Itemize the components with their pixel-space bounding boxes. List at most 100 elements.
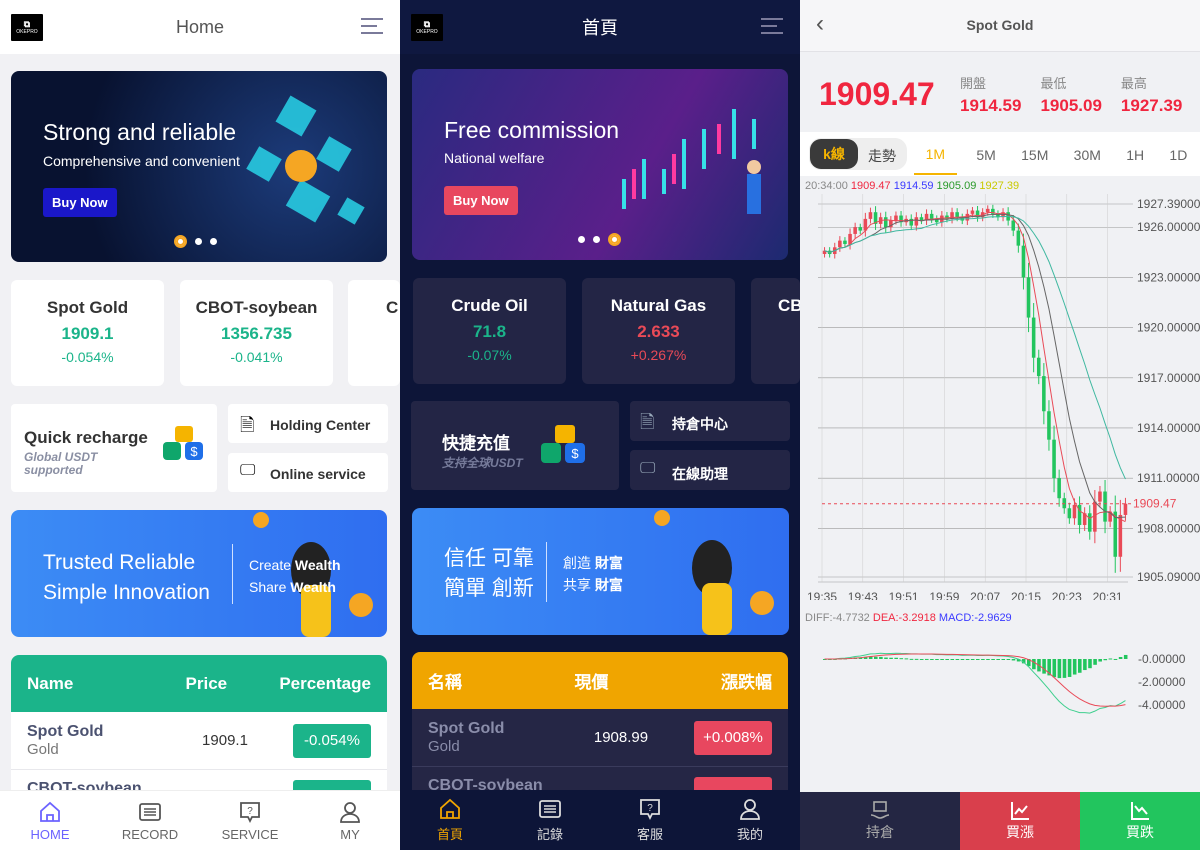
nav-record[interactable]: RECORD <box>100 791 200 850</box>
table-row[interactable]: Spot Gold Gold 1908.99 +0.008% <box>412 709 788 767</box>
help-chat-icon: ? <box>240 801 260 823</box>
candle <box>1098 491 1102 502</box>
buy-up-button[interactable]: 買漲 <box>960 792 1080 850</box>
macd-histogram-bar <box>904 658 909 660</box>
tab-interval-15m[interactable]: 15M <box>1015 135 1054 174</box>
quick-recharge-card[interactable]: Quick recharge Global USDT supported $ <box>11 404 217 492</box>
banner-subtitle: Comprehensive and convenient <box>43 153 240 169</box>
candle <box>858 227 863 231</box>
quote-card[interactable]: Crude Oil 71.8 -0.07% <box>413 278 566 384</box>
quick-recharge-card[interactable]: 快捷充值 支持全球USDT $ <box>411 401 619 490</box>
time-tick-label: 19:51 <box>889 590 919 600</box>
candle <box>838 240 842 248</box>
nav-record[interactable]: 記錄 <box>500 790 600 850</box>
candle <box>1062 498 1067 509</box>
bottom-nav: 首頁 記錄 ? 客服 我的 <box>400 790 800 850</box>
price-tick-label: 1920.00000 <box>1137 321 1200 335</box>
carousel-dots[interactable] <box>578 233 621 246</box>
macd-histogram-bar <box>1083 659 1087 671</box>
macd-tick-label: -0.00000 <box>1138 652 1186 666</box>
tab-interval-1m[interactable]: 1M <box>913 134 958 175</box>
moving-average-line <box>824 212 1126 523</box>
buy-now-button[interactable]: Buy Now <box>444 186 518 215</box>
tab-interval-30m[interactable]: 30M <box>1068 135 1107 174</box>
chart-up-icon <box>1011 802 1029 820</box>
carousel-dots[interactable] <box>174 235 217 248</box>
holding-button[interactable]: 持倉 <box>800 792 960 850</box>
time-tick-label: 20:15 <box>1011 590 1041 600</box>
nav-service[interactable]: ? 客服 <box>600 790 700 850</box>
tab-trend[interactable]: 走勢 <box>860 146 904 166</box>
macd-histogram-bar <box>1006 659 1011 660</box>
macd-histogram-bar <box>950 659 955 660</box>
macd-histogram-bar <box>909 658 914 660</box>
quote-card[interactable]: C <box>348 280 400 386</box>
quote-card[interactable]: CBOT-soybean 1356.735 -0.041% <box>180 280 333 386</box>
price-tick-label: 1908.00000 <box>1137 521 1200 535</box>
macd-histogram-bar <box>991 659 995 660</box>
tab-interval-5m[interactable]: 5M <box>970 135 1001 174</box>
slogan-banner[interactable]: 信任 可靠 簡單 創新 創造 財富 共享 財富 <box>412 508 789 635</box>
nav-my[interactable]: MY <box>300 791 400 850</box>
moving-average-line <box>824 213 1126 519</box>
price-tick-label: 1911.00000 <box>1137 471 1200 485</box>
candle <box>1016 230 1021 246</box>
holding-center-button[interactable]: 🗎 Holding Center <box>228 404 388 443</box>
candlestick-chart[interactable]: 1927.39000 1926.00000 1923.00000 1920.00000… <box>800 190 1200 600</box>
quote-card[interactable]: Natural Gas 2.633 +0.267% <box>582 278 735 384</box>
macd-histogram-bar <box>960 659 965 660</box>
macd-histogram-bar <box>1103 659 1108 661</box>
candle <box>970 210 975 214</box>
time-tick-label: 20:07 <box>970 590 1000 600</box>
tab-interval-1h[interactable]: 1H <box>1120 135 1150 174</box>
slogan-subtext: 創造 財富 共享 財富 <box>563 555 623 593</box>
user-icon <box>340 801 360 823</box>
slogan-text: Trusted Reliable Simple Innovation <box>43 551 210 604</box>
header: ⧉ OKEPRO 首頁 <box>400 0 800 54</box>
slogan-banner[interactable]: Trusted Reliable Simple Innovation Create… <box>11 510 387 637</box>
macd-histogram-bar <box>1032 659 1036 670</box>
buy-now-button[interactable]: Buy Now <box>43 188 117 217</box>
quote-card[interactable]: Spot Gold 1909.1 -0.054% <box>11 280 164 386</box>
holding-icon <box>870 801 890 819</box>
promo-banner[interactable]: Strong and reliable Comprehensive and co… <box>11 71 387 262</box>
candle <box>1052 439 1056 479</box>
slogan-text: 信任 可靠 簡單 創新 <box>444 547 534 600</box>
nav-home[interactable]: HOME <box>0 791 100 850</box>
promo-banner[interactable]: Free commission National welfare Buy Now <box>412 69 788 260</box>
macd-histogram-bar <box>940 659 944 660</box>
table-row[interactable]: Spot Gold Gold 1909.1 -0.054% <box>11 712 387 770</box>
presenter-icon: 🖵 <box>640 460 656 477</box>
tab-kline[interactable]: k線 <box>810 139 858 169</box>
trading-chart-illustration <box>622 109 761 214</box>
candle <box>868 212 873 219</box>
price-tick-label: 1905.09000 <box>1137 570 1200 584</box>
candle <box>1113 511 1118 557</box>
bottom-nav: HOME RECORD ? SERVICE MY <box>0 790 400 850</box>
macd-histogram-bar <box>1072 659 1077 675</box>
buy-down-button[interactable]: 買跌 <box>1080 792 1200 850</box>
menu-icon[interactable] <box>761 18 783 36</box>
nav-home[interactable]: 首頁 <box>400 790 500 850</box>
menu-icon[interactable] <box>361 18 383 36</box>
price-tick-label: 1927.39000 <box>1137 197 1200 211</box>
quote-card[interactable]: CB <box>751 278 800 384</box>
holding-center-button[interactable]: 🗎 持倉中心 <box>630 401 790 441</box>
candle <box>1067 508 1072 519</box>
macd-histogram-bar <box>889 657 893 659</box>
macd-histogram-bar <box>1057 659 1062 679</box>
macd-histogram-bar <box>1062 659 1067 678</box>
online-service-button[interactable]: 🖵 Online service <box>228 453 388 492</box>
online-service-button[interactable]: 🖵 在線助理 <box>630 450 790 490</box>
macd-histogram-bar <box>1052 659 1057 678</box>
tab-interval-1d[interactable]: 1D <box>1163 135 1193 174</box>
candle <box>1103 491 1107 522</box>
nav-service[interactable]: ? SERVICE <box>200 791 300 850</box>
svg-text:?: ? <box>247 806 253 817</box>
banner-title: Strong and reliable <box>43 119 237 145</box>
candle <box>1021 245 1026 278</box>
macd-histogram-bar <box>1098 659 1102 662</box>
banner-subtitle: National welfare <box>444 150 545 166</box>
change-badge: -0.054% <box>292 723 371 758</box>
nav-my[interactable]: 我的 <box>700 790 800 850</box>
